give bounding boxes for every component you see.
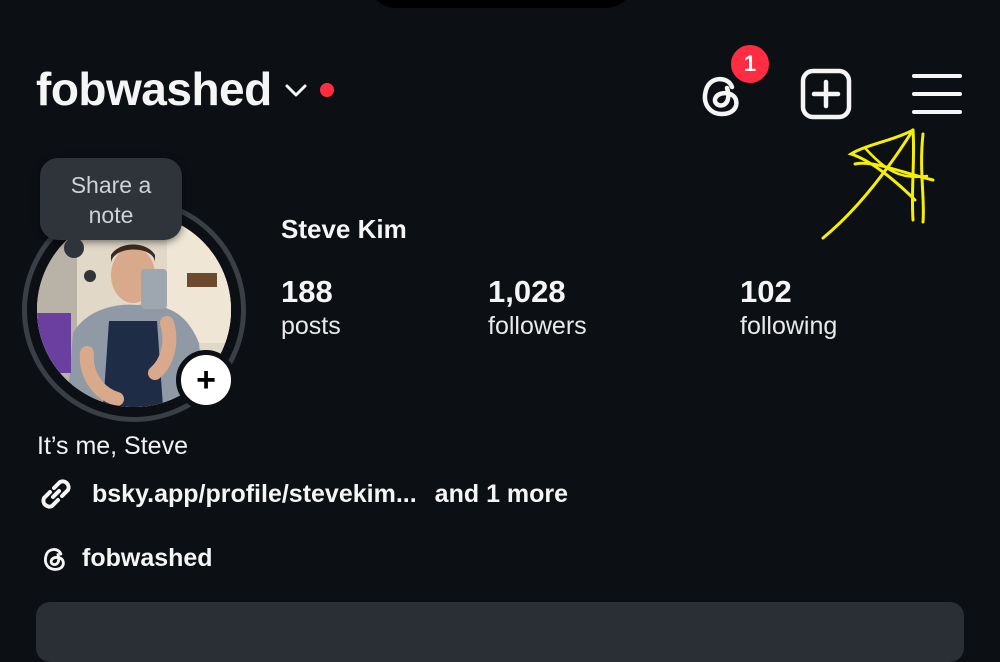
bio-links[interactable]: bsky.app/profile/stevekim... and 1 more bbox=[36, 474, 568, 514]
account-switcher[interactable]: fobwashed bbox=[36, 62, 334, 116]
threads-small-icon bbox=[44, 548, 65, 571]
unread-dot bbox=[319, 83, 334, 97]
share-note-bubble[interactable]: Share a note bbox=[40, 158, 182, 240]
posts-count: 188 bbox=[281, 274, 333, 309]
note-bubble-tail bbox=[64, 238, 84, 258]
threads-handle: fobwashed bbox=[82, 543, 213, 572]
threads-profile-link[interactable]: fobwashed bbox=[38, 542, 213, 574]
full-name: Steve Kim bbox=[281, 214, 407, 244]
handdrawn-arrow-annotation bbox=[821, 128, 935, 240]
profile-action-card[interactable] bbox=[36, 602, 964, 662]
posts-label: posts bbox=[281, 312, 341, 340]
following-stat[interactable]: 102 following bbox=[740, 274, 837, 342]
add-story-button[interactable]: + bbox=[176, 350, 236, 410]
more-links[interactable]: and 1 more bbox=[435, 480, 568, 509]
note-text-line2: note bbox=[88, 202, 134, 228]
chevron-down-icon bbox=[285, 84, 307, 97]
plus-icon: + bbox=[196, 361, 216, 399]
bio-text: It’s me, Steve bbox=[37, 432, 188, 460]
notification-badge: 1 bbox=[728, 42, 772, 86]
profile-header: fobwashed 1 bbox=[36, 42, 964, 122]
followers-count: 1,028 bbox=[488, 274, 566, 309]
note-text-line1: Share a bbox=[70, 172, 152, 198]
followers-stat[interactable]: 1,028 followers bbox=[488, 274, 587, 342]
menu-icon[interactable] bbox=[908, 66, 964, 122]
username: fobwashed bbox=[36, 63, 272, 115]
phone-notch bbox=[368, 0, 634, 8]
posts-stat[interactable]: 188 posts bbox=[281, 274, 341, 342]
following-count: 102 bbox=[740, 274, 792, 309]
following-label: following bbox=[740, 312, 838, 340]
bio-link[interactable]: bsky.app/profile/stevekim... bbox=[92, 480, 417, 509]
add-square-icon[interactable] bbox=[798, 66, 854, 122]
note-bubble-tail-small bbox=[84, 270, 96, 282]
link-icon bbox=[41, 479, 71, 509]
followers-label: followers bbox=[488, 312, 587, 340]
